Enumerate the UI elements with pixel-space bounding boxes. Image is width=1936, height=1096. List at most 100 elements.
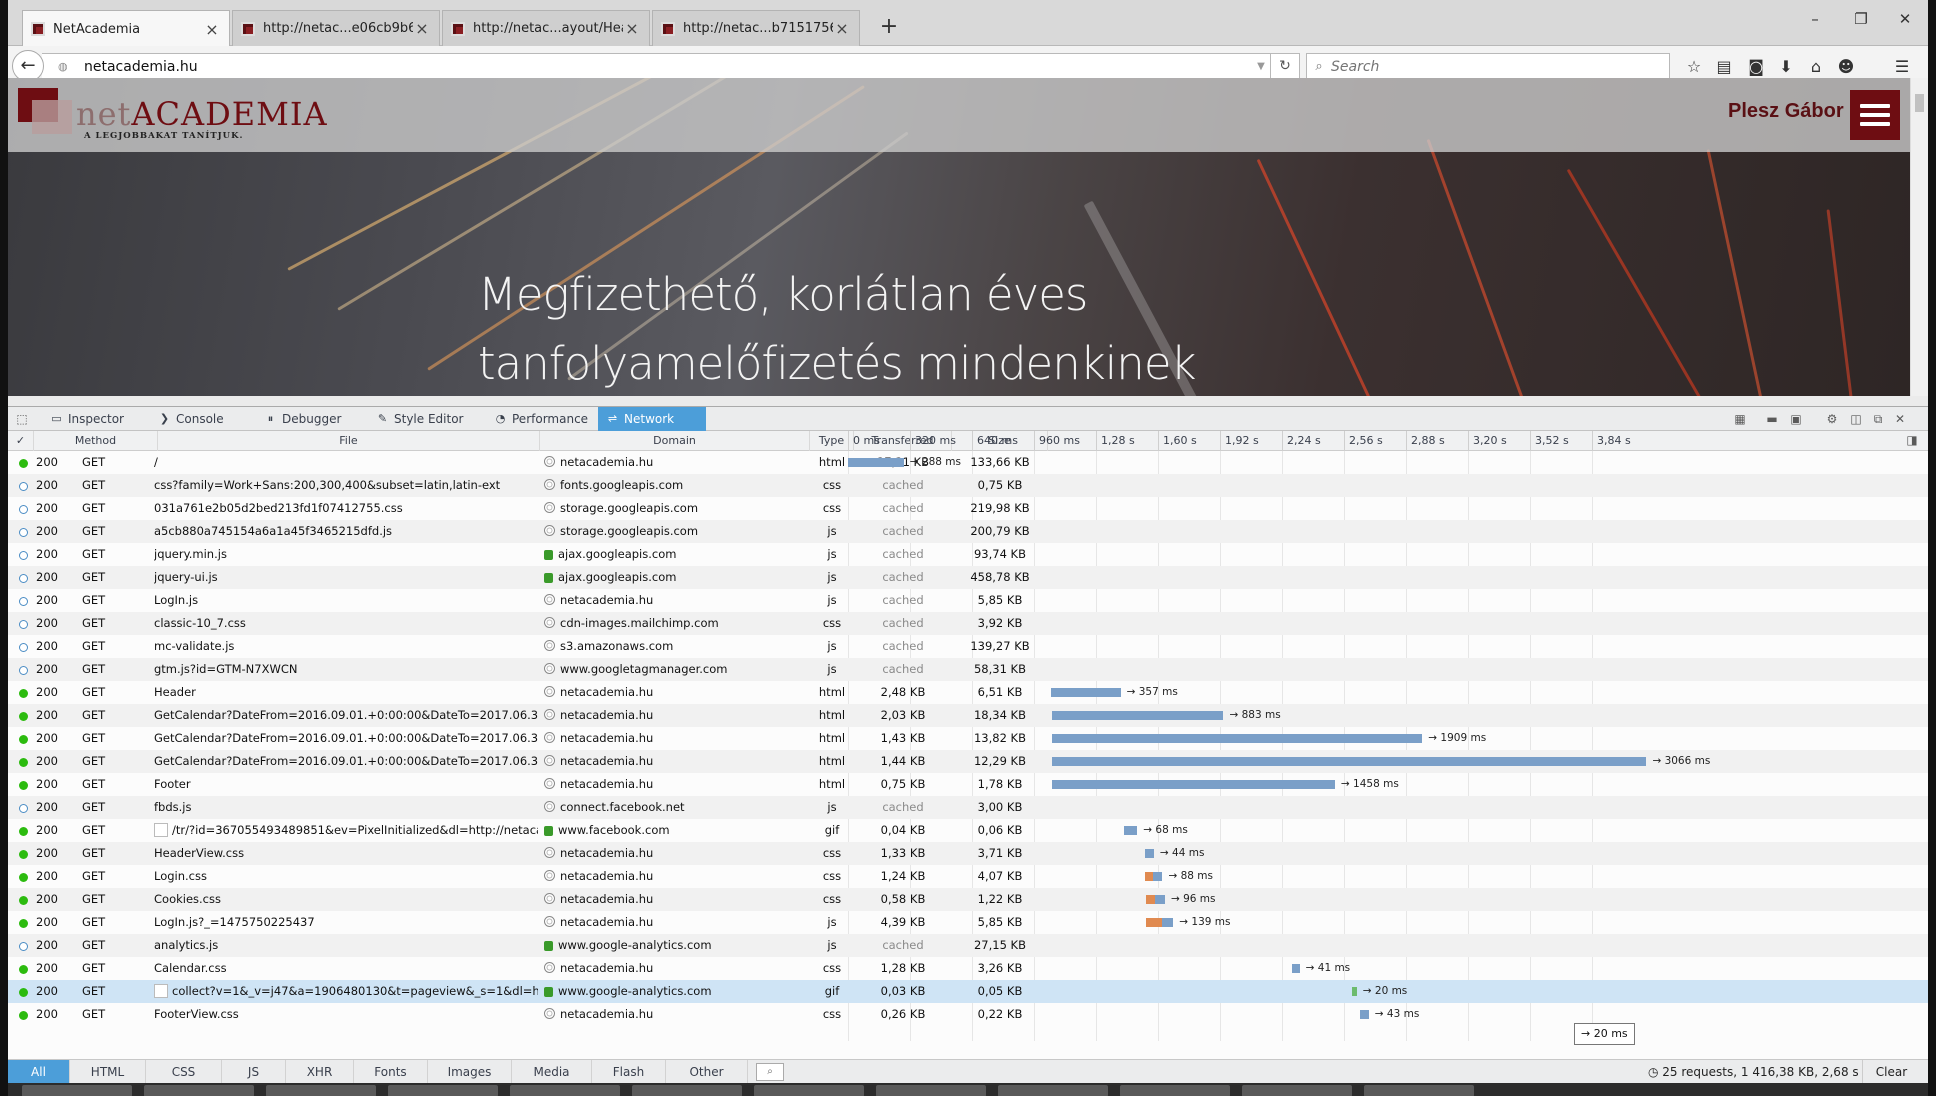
bookmarks-list-icon[interactable]: ▤ <box>1712 56 1736 78</box>
hello-chat-icon[interactable]: ☻ <box>1834 56 1858 78</box>
request-row[interactable]: 200 GET Footer netacademia.hu html 0,75 KB 1,7… <box>8 773 1928 796</box>
filter-fonts[interactable]: Fonts <box>354 1060 428 1084</box>
column-file[interactable]: File <box>158 431 540 451</box>
url-text[interactable]: netacademia.hu <box>78 59 1249 75</box>
request-row[interactable]: 200 GET jquery-ui.js ajax.googleapis.com js c… <box>8 566 1928 589</box>
dock-bottom-icon[interactable]: ▬ <box>1764 411 1780 427</box>
home-icon[interactable]: ⌂ <box>1804 56 1828 78</box>
new-tab-button[interactable]: + <box>874 10 904 46</box>
filter-other[interactable]: Other <box>666 1060 748 1084</box>
browser-tab-netacademia[interactable]: NetAcademia × <box>22 10 230 47</box>
request-row[interactable]: 200 GET/tr/?id=367055493489851&ev=PixelIn… <box>8 819 1928 842</box>
request-row[interactable]: 200 GET analytics.js www.google-analytics.c… <box>8 934 1928 957</box>
tab-inspector[interactable]: ▭ Inspector <box>42 407 150 431</box>
search-input[interactable] <box>1331 58 1651 75</box>
request-row[interactable]: 200 GET FooterView.css netacademia.hu css 0,2… <box>8 1003 1928 1026</box>
column-domain[interactable]: Domain <box>540 431 810 451</box>
timing-bar[interactable] <box>1360 1010 1369 1019</box>
request-row[interactable]: 200 GET Calendar.css netacademia.hu css 1,28 … <box>8 957 1928 980</box>
browser-tab-3[interactable]: http://netac...ayout/Header × <box>442 10 650 46</box>
browser-tab-4[interactable]: http://netac...b71517566359 × <box>652 10 860 46</box>
request-row[interactable]: 200 GET Login.css netacademia.hu css 1,24 KB 4… <box>8 865 1928 888</box>
settings-gear-icon[interactable]: ⚙ <box>1824 411 1840 427</box>
filter-all[interactable]: All <box>8 1060 70 1084</box>
close-tab-icon[interactable]: × <box>833 19 851 38</box>
downloads-icon[interactable]: ⬇ <box>1774 56 1798 78</box>
request-row[interactable]: 200 GET GetCalendar?DateFrom=2016.09.01.+0… <box>8 727 1928 750</box>
pocket-icon[interactable]: ◙ <box>1744 56 1768 78</box>
filter-js[interactable]: JS <box>222 1060 286 1084</box>
close-tab-icon[interactable]: × <box>413 19 431 38</box>
timing-bar[interactable] <box>1351 987 1357 996</box>
column-status[interactable]: ✓ <box>8 431 34 451</box>
request-row[interactable]: 200 GET HeaderView.css netacademia.hu css 1,3… <box>8 842 1928 865</box>
tab-style-editor[interactable]: ✎ Style Editor <box>368 407 486 431</box>
tab-console[interactable]: ❯ Console <box>150 407 256 431</box>
close-window-icon[interactable]: ✕ <box>1882 10 1928 34</box>
clear-button[interactable]: Clear <box>1862 1060 1920 1084</box>
scrollbar-thumb[interactable] <box>1915 94 1924 112</box>
column-method[interactable]: Method <box>34 431 158 451</box>
request-row[interactable]: 200 GET gtm.js?id=GTM-N7XWCN www.googletagm… <box>8 658 1928 681</box>
tab-network[interactable]: ⇌ Network <box>598 407 706 431</box>
request-row[interactable]: 200 GET jquery.min.js ajax.googleapis.com js… <box>8 543 1928 566</box>
request-row[interactable]: 200 GET css?family=Work+Sans:200,300,400&s… <box>8 474 1928 497</box>
close-tab-icon[interactable]: × <box>203 20 221 39</box>
request-row[interactable]: 200 GET 031a761e2b05d2bed213fd1f07412755.c… <box>8 497 1928 520</box>
site-menu-button[interactable] <box>1850 90 1900 140</box>
filter-html[interactable]: HTML <box>70 1060 146 1084</box>
responsive-design-icon[interactable]: ▣ <box>1788 411 1804 427</box>
request-row[interactable]: 200 GET Header netacademia.hu html 2,48 KB 6,5… <box>8 681 1928 704</box>
request-row[interactable]: 200 GET Cookies.css netacademia.hu css 0,58 K… <box>8 888 1928 911</box>
minimize-window-icon[interactable]: – <box>1792 10 1838 34</box>
timing-bar[interactable] <box>1052 780 1335 789</box>
browser-tab-2[interactable]: http://netac...e06cb9b6e04c × <box>232 10 440 46</box>
timing-bar[interactable] <box>1052 711 1224 720</box>
close-tab-icon[interactable]: × <box>623 19 641 38</box>
timing-bar[interactable] <box>1145 849 1154 858</box>
filter-media[interactable]: Media <box>512 1060 592 1084</box>
search-bar[interactable]: ⌕ <box>1306 53 1670 80</box>
filter-search-icon[interactable]: ⌕ <box>756 1063 784 1081</box>
tab-performance[interactable]: ◔ Performance <box>486 407 598 431</box>
close-devtools-icon[interactable]: ✕ <box>1892 411 1908 427</box>
netacademia-logo[interactable]: netACADEMIA A LEGJOBBAKAT TANÍTJUK. <box>18 88 327 144</box>
bookmark-star-icon[interactable]: ☆ <box>1682 56 1706 78</box>
request-row[interactable]: 200 GET fbds.js connect.facebook.net js cache… <box>8 796 1928 819</box>
site-info-icon[interactable]: ◍ <box>58 60 78 73</box>
timing-bar[interactable] <box>1146 918 1174 927</box>
timing-bar[interactable] <box>1051 688 1121 697</box>
restore-window-icon[interactable]: ❐ <box>1838 10 1884 34</box>
request-row[interactable]: 200 GET a5cb880a745154a6a1a45f3465215dfd.j… <box>8 520 1928 543</box>
user-name[interactable]: Plesz Gábor <box>1728 100 1844 123</box>
reload-icon[interactable]: ↻ <box>1270 53 1300 80</box>
filter-css[interactable]: CSS <box>146 1060 222 1084</box>
timing-bar[interactable] <box>1146 895 1165 904</box>
timing-bar[interactable] <box>1124 826 1138 835</box>
dock-side-icon[interactable]: ◫ <box>1848 411 1864 427</box>
hamburger-menu-icon[interactable]: ☰ <box>1890 56 1914 78</box>
pick-element-icon[interactable]: ⬚ <box>14 411 30 427</box>
timing-bar[interactable] <box>1052 734 1423 743</box>
url-bar[interactable]: ◍ netacademia.hu ▼ <box>42 53 1274 80</box>
waterfall-toggle-icon[interactable]: ◨ <box>1904 432 1920 448</box>
page-vertical-scrollbar[interactable] <box>1910 78 1928 396</box>
timing-bar[interactable] <box>1291 964 1300 973</box>
timing-bar[interactable] <box>1052 757 1647 766</box>
request-row[interactable]: 200GET/netacademia.huhtml27,31 KB133,66 … <box>8 451 1928 474</box>
request-row[interactable]: 200 GET LogIn.js netacademia.hu js cached 5,85… <box>8 589 1928 612</box>
timing-bar[interactable] <box>1145 872 1163 881</box>
request-row[interactable]: 200 GET GetCalendar?DateFrom=2016.09.01.+0… <box>8 704 1928 727</box>
request-row[interactable]: 200 GET GetCalendar?DateFrom=2016.09.01.+0… <box>8 750 1928 773</box>
filter-images[interactable]: Images <box>428 1060 512 1084</box>
timing-bar[interactable] <box>848 458 904 467</box>
request-row[interactable]: 200 GET collect?v=1&_v=j47&a=1906480130&t=… <box>8 980 1928 1003</box>
request-row[interactable]: 200 GET classic-10_7.css cdn-images.mailchi… <box>8 612 1928 635</box>
tab-debugger[interactable]: ⏸ Debugger <box>256 407 368 431</box>
filter-xhr[interactable]: XHR <box>286 1060 354 1084</box>
filter-flash[interactable]: Flash <box>592 1060 666 1084</box>
request-row[interactable]: 200 GET mc-validate.js s3.amazonaws.com js ca… <box>8 635 1928 658</box>
request-row[interactable]: 200 GET LogIn.js?_=1475750225437 netacademi… <box>8 911 1928 934</box>
split-console-icon[interactable]: ▦ <box>1732 411 1748 427</box>
undock-window-icon[interactable]: ⧉ <box>1870 411 1886 427</box>
